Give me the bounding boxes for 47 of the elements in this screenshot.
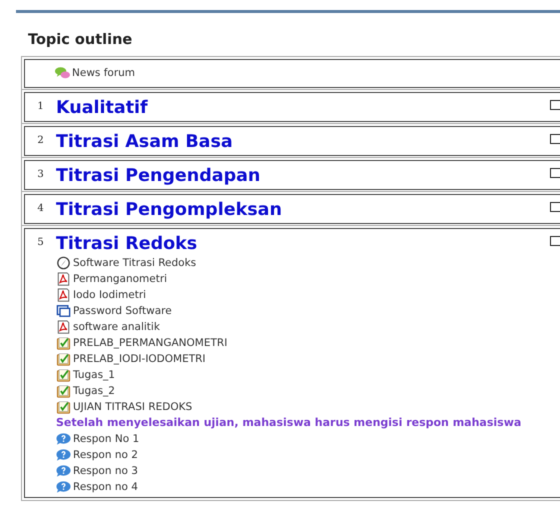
window-icon [56, 304, 71, 318]
highlight-square-icon[interactable] [550, 236, 560, 246]
section-number: 3 [36, 168, 45, 182]
checklist-icon [56, 384, 71, 398]
activity-link[interactable]: UJIAN TITRASI REDOKS [73, 401, 192, 413]
chat-bubbles-icon [55, 66, 70, 80]
pdf-document-icon [56, 272, 71, 286]
activity-link[interactable]: Tugas_2 [73, 385, 115, 397]
activity-link[interactable]: Software Titrasi Redoks [73, 257, 196, 269]
activity-link[interactable]: Respon No 1 [73, 433, 140, 445]
activity-link[interactable]: software analitik [73, 321, 160, 333]
activity-link[interactable]: PRELAB_PERMANGANOMETRI [73, 337, 228, 349]
section-title[interactable]: Titrasi Pengendapan [56, 165, 260, 187]
pdf-document-icon [56, 320, 71, 334]
compass-icon [56, 256, 71, 270]
question-bubble-icon [56, 480, 71, 494]
section-number: 4 [36, 202, 45, 216]
activity-link[interactable]: Tugas_1 [73, 369, 115, 381]
highlight-square-icon[interactable] [550, 202, 560, 212]
section-title[interactable]: Titrasi Asam Basa [56, 131, 233, 153]
activity-link[interactable]: Password Software [73, 305, 172, 317]
section-title[interactable]: Titrasi Redoks [56, 233, 522, 255]
activity-link[interactable]: Respon no 2 [73, 449, 138, 461]
checklist-icon [56, 368, 71, 382]
activity-link[interactable]: PRELAB_IODI-IODOMETRI [73, 353, 206, 365]
checklist-icon [56, 352, 71, 366]
checklist-icon [56, 336, 71, 350]
highlight-square-icon[interactable] [550, 134, 560, 144]
activity-link[interactable]: Permanganometri [73, 273, 168, 285]
activity-link[interactable]: Iodo Iodimetri [73, 289, 146, 301]
section-number: 2 [36, 134, 45, 148]
section-title[interactable]: Kualitatif [56, 97, 148, 119]
activity-link[interactable]: Respon no 3 [73, 465, 138, 477]
instruction-text: Setelah menyelesaikan ujian, mahasiswa harus mengisi respon mahasiswa [56, 415, 522, 431]
activity-link[interactable]: Respon no 4 [73, 481, 138, 493]
question-bubble-icon [56, 432, 71, 446]
pdf-document-icon [56, 288, 71, 302]
question-bubble-icon [56, 448, 71, 462]
news-forum-link[interactable]: News forum [72, 67, 136, 79]
checklist-icon [56, 400, 71, 414]
section-number: 5 [36, 236, 45, 250]
section-title[interactable]: Titrasi Pengompleksan [56, 199, 282, 221]
topic-outline-heading: Topic outline [28, 32, 134, 48]
question-bubble-icon [56, 464, 71, 478]
section-number: 1 [36, 100, 45, 114]
highlight-square-icon[interactable] [550, 100, 560, 110]
highlight-square-icon[interactable] [550, 168, 560, 178]
